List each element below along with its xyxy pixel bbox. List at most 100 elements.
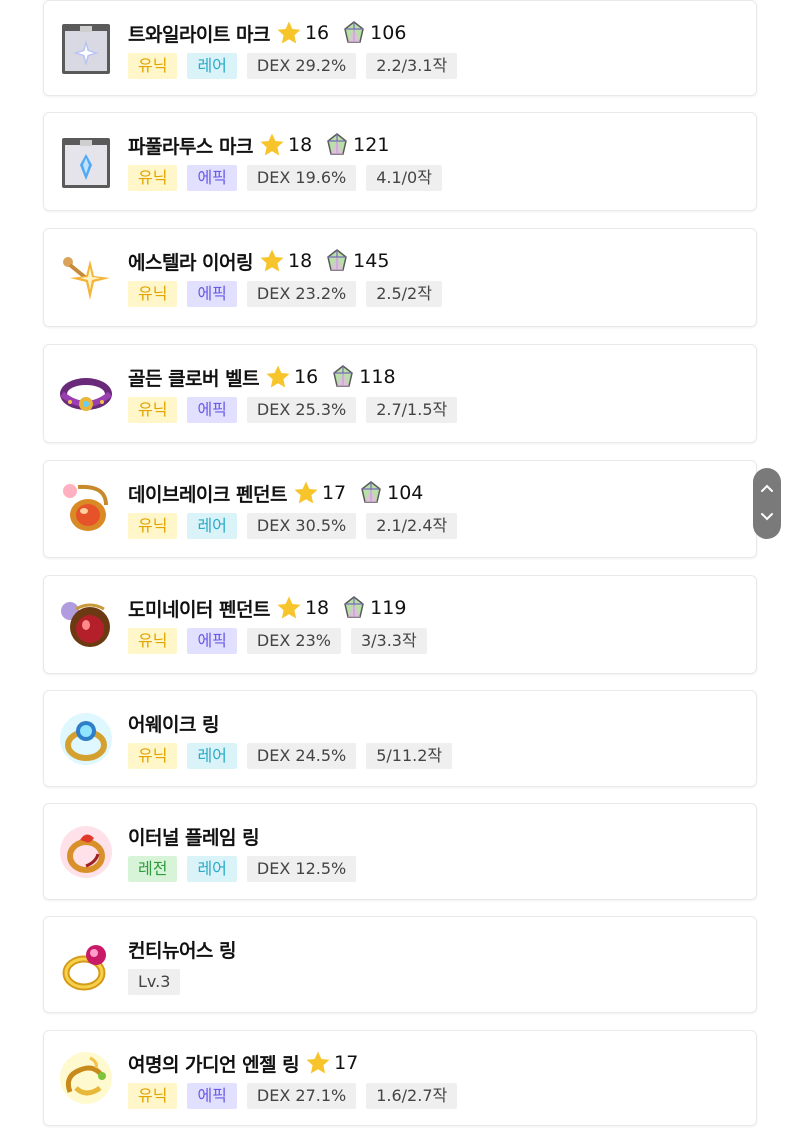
stat-badge: 1.6/2.7작 (366, 1083, 458, 1109)
starforce-count: 18 (304, 597, 330, 619)
equipment-card[interactable]: 어웨이크 링유닉 레어 DEX 24.5% 5/11.2작 (43, 690, 757, 787)
item-name: 파풀라투스 마크 (128, 135, 253, 158)
star-icon (265, 364, 291, 390)
epic-grade-badge: 에픽 (187, 1083, 237, 1109)
item-title-row: 어웨이크 링 (128, 707, 746, 739)
unique-grade-badge: 유닉 (128, 628, 178, 654)
item-title-row: 트와일라이트 마크 16 106 (128, 17, 746, 49)
unique-grade-badge: 유닉 (128, 513, 178, 539)
item-tags: 유닉 에픽 DEX 27.1% 1.6/2.7작 (128, 1083, 458, 1109)
starforce-count: 16 (304, 22, 330, 44)
starforce-count: 18 (287, 134, 313, 156)
item-name: 여명의 가디언 엔젤 링 (128, 1053, 300, 1076)
stat-badge: DEX 23% (246, 628, 341, 654)
star-icon (276, 20, 302, 46)
unique-grade-badge: 유닉 (128, 165, 178, 191)
epic-grade-badge: 에픽 (187, 165, 237, 191)
epic-grade-badge: 에픽 (187, 281, 237, 307)
gem-icon (343, 21, 365, 45)
equipment-card[interactable]: 에스텔라 이어링 18 145 유닉 에픽 DEX 23.2% 2.5/2작 (43, 228, 757, 327)
star-icon (276, 595, 302, 621)
unique-grade-badge: 유닉 (128, 743, 178, 769)
equipment-card[interactable]: 이터널 플레임 링레전 레어 DEX 12.5% (43, 803, 757, 900)
item-title-row: 파풀라투스 마크 18 121 (128, 129, 746, 161)
stat-badge: DEX 29.2% (246, 53, 357, 79)
rare-grade-badge: 레어 (187, 513, 237, 539)
daybreak-pendant-icon (56, 479, 116, 539)
guardian-angel-ring-icon (56, 1048, 116, 1108)
power-value: 118 (359, 366, 396, 388)
unique-grade-badge: 유닉 (128, 1083, 178, 1109)
continuous-ring-icon (56, 935, 116, 995)
stat-badge: DEX 12.5% (246, 856, 357, 882)
stat-badge: Lv.3 (128, 969, 181, 995)
equipment-list: 트와일라이트 마크 16 106 유닉 레어 DEX 29.2% 2.2/3.1작파풀라투스… (0, 0, 800, 1138)
item-tags: 유닉 레어 DEX 30.5% 2.1/2.4작 (128, 513, 458, 539)
equipment-card[interactable]: 파풀라투스 마크 18 121 유닉 에픽 DEX 19.6% 4.1/0작 (43, 112, 757, 211)
unique-grade-badge: 유닉 (128, 53, 178, 79)
estella-earring-icon (56, 248, 116, 308)
epic-grade-badge: 에픽 (187, 397, 237, 423)
epic-grade-badge: 에픽 (187, 628, 237, 654)
item-name: 이터널 플레임 링 (128, 826, 260, 849)
twilight-mark-icon (56, 18, 116, 78)
power-value: 119 (370, 597, 407, 619)
equipment-card[interactable]: 트와일라이트 마크 16 106 유닉 레어 DEX 29.2% 2.2/3.1작 (43, 0, 757, 96)
stat-badge: 3/3.3작 (350, 628, 427, 654)
chevron-down-icon[interactable] (760, 509, 774, 523)
item-tags: Lv.3 (128, 969, 181, 995)
stat-badge: DEX 27.1% (246, 1083, 357, 1109)
item-tags: 유닉 에픽 DEX 25.3% 2.7/1.5작 (128, 397, 458, 423)
item-title-row: 이터널 플레임 링 (128, 820, 746, 852)
equipment-card[interactable]: 데이브레이크 펜던트 17 104 유닉 레어 DEX 30.5% 2.1/2.4작 (43, 460, 757, 558)
item-tags: 유닉 에픽 DEX 23.2% 2.5/2작 (128, 281, 442, 307)
scroll-control (753, 468, 781, 539)
rare-grade-badge: 레어 (187, 743, 237, 769)
power-value: 104 (387, 482, 424, 504)
item-tags: 유닉 레어 DEX 24.5% 5/11.2작 (128, 743, 453, 769)
equipment-card[interactable]: 도미네이터 펜던트 18 119 유닉 에픽 DEX 23% 3/3.3작 (43, 575, 757, 674)
item-name: 컨티뉴어스 링 (128, 939, 237, 962)
equipment-card[interactable]: 여명의 가디언 엔젤 링 17 유닉 에픽 DEX 27.1% 1.6/2.7작 (43, 1030, 757, 1126)
stat-badge: DEX 25.3% (246, 397, 357, 423)
item-name: 트와일라이트 마크 (128, 23, 270, 46)
stat-badge: 4.1/0작 (366, 165, 442, 191)
stat-badge: 2.1/2.4작 (366, 513, 458, 539)
stat-badge: 2.7/1.5작 (366, 397, 458, 423)
star-icon (259, 132, 285, 158)
item-name: 도미네이터 펜던트 (128, 598, 270, 621)
star-icon (293, 480, 319, 506)
dominator-pendant-icon (56, 595, 116, 655)
item-title-row: 에스텔라 이어링 18 145 (128, 245, 746, 277)
papulatus-mark-icon (56, 132, 116, 192)
chevron-up-icon[interactable] (760, 482, 774, 496)
stat-badge: 2.5/2작 (366, 281, 442, 307)
gem-icon (332, 365, 354, 389)
starforce-count: 16 (294, 366, 319, 388)
item-title-row: 컨티뉴어스 링 (128, 933, 746, 965)
stat-badge: DEX 19.6% (246, 165, 357, 191)
unique-grade-badge: 유닉 (128, 397, 178, 423)
item-title-row: 데이브레이크 펜던트 17 104 (128, 477, 746, 509)
power-value: 106 (370, 22, 407, 44)
stat-badge: DEX 24.5% (246, 743, 357, 769)
item-title-row: 골든 클로버 벨트 16 118 (128, 361, 746, 393)
eternal-flame-ring-icon (56, 822, 116, 882)
starforce-count: 17 (334, 1052, 359, 1074)
item-title-row: 도미네이터 펜던트 18 119 (128, 592, 746, 624)
star-icon (305, 1050, 331, 1076)
gem-icon (326, 249, 348, 273)
starforce-count: 17 (321, 482, 347, 504)
equipment-card[interactable]: 골든 클로버 벨트 16 118 유닉 에픽 DEX 25.3% 2.7/1.5작 (43, 344, 757, 443)
stat-badge: 5/11.2작 (366, 743, 453, 769)
item-tags: 레전 레어 DEX 12.5% (128, 856, 357, 882)
equipment-card[interactable]: 컨티뉴어스 링 Lv.3 (43, 916, 757, 1013)
gem-icon (343, 596, 365, 620)
legend-grade-badge: 레전 (128, 856, 178, 882)
rare-grade-badge: 레어 (187, 856, 237, 882)
stat-badge: DEX 23.2% (246, 281, 357, 307)
star-icon (259, 248, 285, 274)
item-name: 데이브레이크 펜던트 (128, 483, 287, 506)
golden-clover-belt-icon (56, 364, 116, 424)
item-tags: 유닉 레어 DEX 29.2% 2.2/3.1작 (128, 53, 458, 79)
